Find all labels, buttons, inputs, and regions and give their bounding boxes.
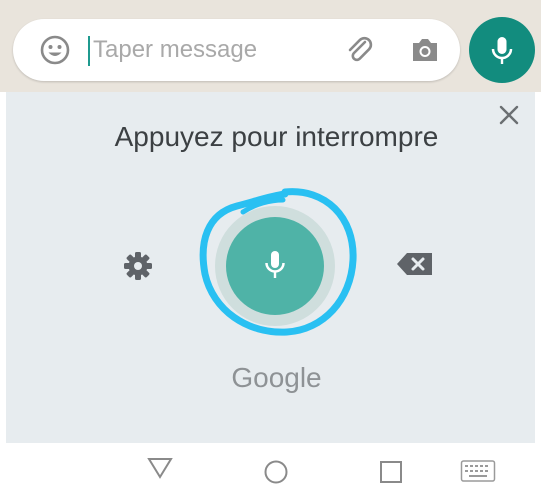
emoji-icon[interactable]	[39, 34, 71, 66]
keyboard-icon[interactable]	[460, 459, 496, 488]
circle-home-icon[interactable]	[263, 459, 289, 490]
circle-annotation	[199, 188, 357, 336]
google-brand-label: Google	[231, 362, 322, 393]
text-caret	[88, 36, 90, 66]
message-input-pill[interactable]: Taper message	[13, 19, 460, 81]
microphone-icon	[491, 37, 513, 64]
chat-input-bar: Taper message	[0, 0, 541, 92]
triangle-back-icon[interactable]	[146, 456, 174, 485]
camera-icon[interactable]	[409, 35, 441, 65]
backspace-icon[interactable]	[396, 251, 434, 277]
square-recent-icon[interactable]	[379, 460, 403, 489]
message-input-placeholder[interactable]: Taper message	[93, 35, 257, 65]
voice-record-button[interactable]	[469, 17, 535, 83]
paperclip-icon[interactable]	[343, 34, 375, 66]
voice-prompt-text: Appuyez pour interrompre	[114, 121, 439, 152]
gear-icon[interactable]	[122, 250, 154, 282]
